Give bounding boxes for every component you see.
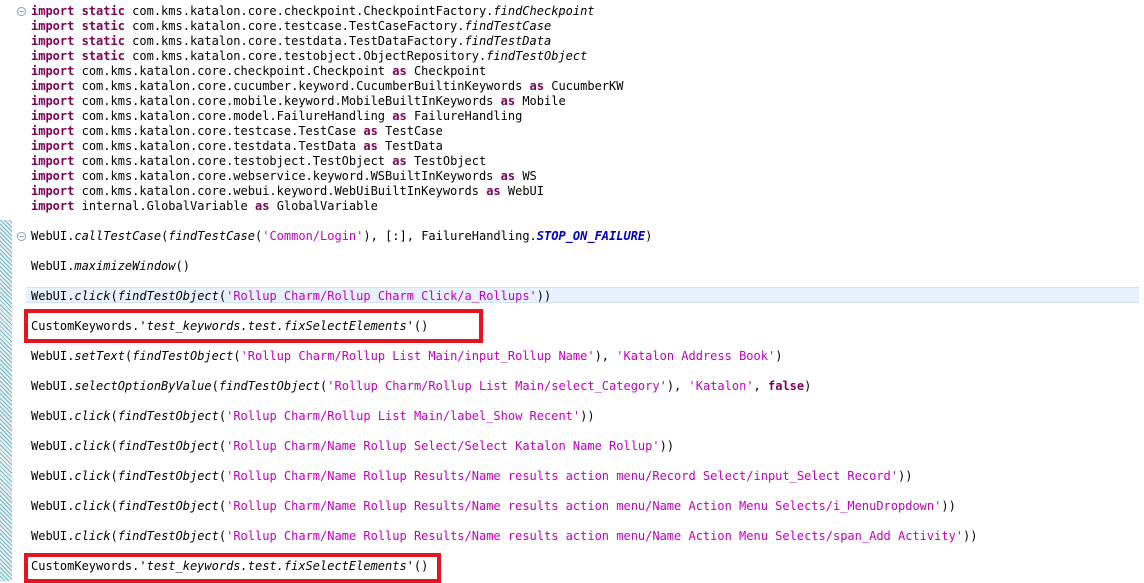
code-line-click-show-recent: WebUI.click(findTestObject('Rollup Charm… — [31, 409, 595, 423]
code-line-click-name-rollup: WebUI.click(findTestObject('Rollup Charm… — [31, 439, 675, 453]
code-line-click-menu-dropdown: WebUI.click(findTestObject('Rollup Charm… — [31, 499, 956, 513]
code-line-import: import internal.GlobalVariable as Global… — [31, 199, 378, 213]
code-line-import: import com.kms.katalon.core.checkpoint.C… — [31, 64, 487, 78]
fold-toggle-body-icon[interactable]: − — [17, 232, 26, 241]
code-line-import: import static com.kms.katalon.core.testc… — [31, 19, 552, 33]
code-line-import: import com.kms.katalon.core.cucumber.key… — [31, 79, 624, 93]
code-line-import: import static com.kms.katalon.core.check… — [31, 4, 595, 18]
code-line-click-add-activity: WebUI.click(findTestObject('Rollup Charm… — [31, 529, 978, 543]
code-line-set-text: WebUI.setText(findTestObject('Rollup Cha… — [31, 349, 783, 363]
code-line-import: import com.kms.katalon.core.testdata.Tes… — [31, 139, 443, 153]
code-line-import: import com.kms.katalon.core.webui.keywor… — [31, 184, 544, 198]
code-line-import: import com.kms.katalon.core.testobject.T… — [31, 154, 487, 168]
code-line-click-rollups: WebUI.click(findTestObject('Rollup Charm… — [31, 289, 552, 303]
code-line-import: import com.kms.katalon.core.mobile.keywo… — [31, 94, 566, 108]
code-line-import: import com.kms.katalon.core.model.Failur… — [31, 109, 523, 123]
code-line-maximize-window: WebUI.maximizeWindow() — [31, 259, 190, 273]
code-line-select-option: WebUI.selectOptionByValue(findTestObject… — [31, 379, 812, 393]
highlight-box — [24, 309, 483, 343]
code-line-import: import static com.kms.katalon.core.testd… — [31, 34, 552, 48]
code-line-import: import com.kms.katalon.core.webservice.k… — [31, 169, 537, 183]
code-line-call-test-case: WebUI.callTestCase(findTestCase('Common/… — [31, 229, 653, 243]
editor-gutter-top — [0, 0, 12, 220]
code-line-import: import static com.kms.katalon.core.testo… — [31, 49, 588, 63]
code-line-click-select-record: WebUI.click(findTestObject('Rollup Charm… — [31, 469, 913, 483]
code-line-import: import com.kms.katalon.core.testcase.Tes… — [31, 124, 443, 138]
highlight-box — [24, 553, 441, 583]
fold-toggle-imports-icon[interactable]: − — [17, 7, 26, 16]
